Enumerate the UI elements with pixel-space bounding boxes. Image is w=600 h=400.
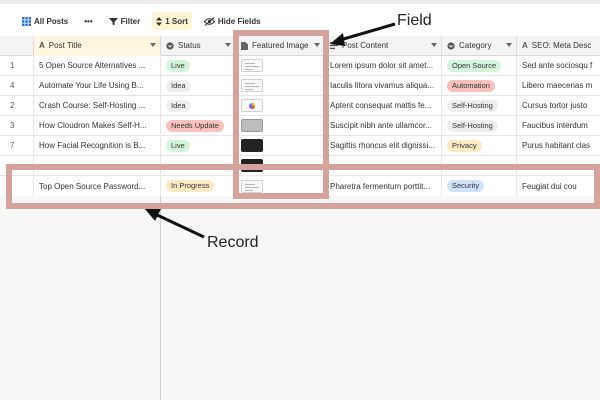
eye-slash-icon [203,16,215,26]
cell-category[interactable]: Privacy [442,135,517,156]
cell-category[interactable]: Self-Hosting [442,95,517,116]
column-header-post-title[interactable]: A Post Title [34,35,161,56]
field-annotation-label: Field [397,12,432,29]
record-annotation-label: Record [207,234,259,251]
cell-status[interactable]: Live [161,135,236,156]
cell-text: Cursus tortor justo [522,101,588,110]
cell-text: Purus habitant clas [522,141,591,150]
cell-text: Automate Your Life Using B... [39,81,144,90]
column-label: Status [178,41,201,50]
chevron-down-icon[interactable] [150,42,156,47]
row-number-header [0,35,34,56]
cell-status[interactable]: Idea [161,75,236,96]
grid-icon [22,16,31,26]
view-switcher-button[interactable]: All Posts [18,12,72,30]
category-badge: Privacy [447,139,482,152]
row-number-text: 3 [10,121,15,130]
cell-post-content[interactable]: Lorem ipsum dolor sit amet... [325,55,442,76]
status-badge: Live [166,59,190,72]
cell-text: Sagittis rhoncus elit dignissi... [330,141,435,150]
filter-button[interactable]: Filter [105,12,145,30]
row-number-text: 2 [10,101,15,110]
row-number-text: 7 [10,141,15,150]
cell-post-content[interactable]: Aptent consequat mattis fe... [325,95,442,116]
cell-text: Faucibus interdum [522,121,588,130]
cell-seo-meta[interactable]: Libero maecenas m [517,76,600,96]
cell-post-title[interactable]: Automate Your Life Using B... [34,75,161,96]
single-select-icon [166,41,174,50]
category-badge: Automation [447,79,495,92]
row-number-text: 1 [10,61,15,70]
cell-status[interactable]: Live [161,55,236,76]
cell-text: Sed ante sociosqu f [522,61,593,70]
row-number: 7 [0,135,34,156]
column-header-category[interactable]: Category [442,35,517,56]
status-badge: Needs Update [166,119,224,132]
category-badge: Self-Hosting [447,99,498,112]
chevron-down-icon[interactable] [506,42,512,47]
chevron-down-icon[interactable] [225,42,231,47]
top-divider [0,0,600,4]
column-label: Post Title [48,41,82,50]
record-highlight [6,164,600,209]
chevron-down-icon[interactable] [431,42,437,47]
cell-status[interactable]: Idea [161,95,236,116]
column-header-post-content[interactable]: Post Content [325,35,442,56]
column-label: SEO: Meta Desc [531,41,592,50]
cell-category[interactable]: Self-Hosting [442,115,517,136]
row-number: 1 [0,55,34,76]
column-header-seo-meta[interactable]: A SEO: Meta Desc [517,36,600,56]
single-select-icon [447,41,455,50]
cell-text: Lorem ipsum dolor sit amet... [330,61,434,70]
cell-seo-meta[interactable]: Sed ante sociosqu f [517,56,600,76]
view-name: All Posts [34,16,69,26]
status-badge: Idea [166,79,191,92]
hide-fields-label: Hide Fields [217,16,261,26]
cell-post-title[interactable]: How Facial Recognition is B... [34,135,161,156]
category-badge: Self-Hosting [447,119,498,132]
more-icon: ••• [84,16,93,26]
cell-seo-meta[interactable]: Purus habitant clas [517,136,600,156]
category-badge: Open Source [447,59,502,72]
cell-text: Aptent consequat mattis fe... [330,101,432,110]
cell-category[interactable]: Open Source [442,55,517,76]
filter-icon [108,17,118,26]
cell-post-content[interactable]: Sagittis rhoncus elit dignissi... [325,135,442,156]
hide-fields-button[interactable]: Hide Fields [200,12,265,30]
column-header-status[interactable]: Status [161,35,236,56]
cell-seo-meta[interactable]: Cursus tortor justo [517,96,600,116]
filter-label: Filter [120,16,141,26]
cell-text: How Facial Recognition is B... [39,141,146,150]
cell-category[interactable]: Automation [442,75,517,96]
cell-text: How Cloudron Makes Self-H... [39,121,147,130]
status-badge: Idea [166,99,191,112]
text-field-icon: A [39,41,45,50]
text-field-icon: A [522,41,528,50]
cell-post-content[interactable]: Iaculis litora vivamus aliqua... [325,75,442,96]
cell-text: Suscipit nibh ante ullamcor... [330,121,432,130]
row-number: 2 [0,95,34,116]
cell-post-title[interactable]: Crash Course: Self-Hosting ... [34,95,161,116]
sort-icon [156,16,163,26]
cell-text: Crash Course: Self-Hosting ... [39,101,146,110]
cell-post-title[interactable]: 5 Open Source Alternatives ... [34,55,161,76]
cell-text: Libero maecenas m [522,81,593,90]
cell-status[interactable]: Needs Update [161,115,236,136]
cell-text: 5 Open Source Alternatives ... [39,61,146,70]
column-label: Post Content [342,41,389,50]
cell-post-title[interactable]: How Cloudron Makes Self-H... [34,115,161,136]
row-number: 3 [0,115,34,136]
row-number-text: 4 [10,81,15,90]
row-number: 4 [0,75,34,96]
cell-text: Iaculis litora vivamus aliqua... [330,81,435,90]
cell-post-content[interactable]: Suscipit nibh ante ullamcor... [325,115,442,136]
sort-label: 1 Sort [165,16,188,26]
column-label: Category [459,41,492,50]
long-text-icon [330,42,338,49]
status-badge: Live [166,139,190,152]
sort-button[interactable]: 1 Sort [152,12,192,30]
view-more-button[interactable]: ••• [80,12,96,30]
cell-seo-meta[interactable]: Faucibus interdum [517,116,600,136]
